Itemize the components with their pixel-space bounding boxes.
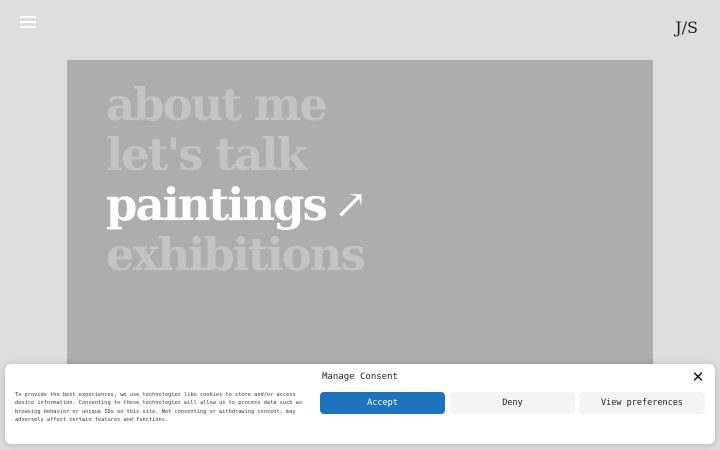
page: J/S about me let's talk paintings ↗ exhib… xyxy=(0,0,720,450)
menu-item-lets-talk[interactable]: let's talk xyxy=(106,130,365,180)
hero-menu: about me let's talk paintings ↗ exhibitio… xyxy=(106,80,367,281)
consent-title: Manage Consent xyxy=(322,372,398,382)
menu-item-label: about me xyxy=(106,78,328,131)
consent-description: To provide the best experiences, we use … xyxy=(15,392,303,423)
menu-item-label: let's talk xyxy=(106,128,308,181)
hamburger-line xyxy=(20,26,36,28)
menu-item-paintings[interactable]: paintings ↗ xyxy=(106,178,367,231)
cookie-consent-banner: Manage Consent ✕ To provide the best exp… xyxy=(5,364,715,444)
hamburger-line xyxy=(20,21,36,23)
menu-item-about-me[interactable]: about me xyxy=(106,80,365,130)
hamburger-line xyxy=(20,16,36,18)
view-preferences-button[interactable]: View preferences xyxy=(579,392,705,414)
hamburger-menu-icon[interactable] xyxy=(20,14,36,28)
close-icon[interactable]: ✕ xyxy=(691,369,705,385)
menu-item-label: exhibitions xyxy=(106,228,366,281)
deny-button[interactable]: Deny xyxy=(450,392,575,414)
accept-button[interactable]: Accept xyxy=(320,392,445,414)
arrow-up-right-icon: ↗ xyxy=(333,182,367,228)
menu-item-exhibitions[interactable]: exhibitions xyxy=(106,228,366,281)
site-logo[interactable]: J/S xyxy=(675,18,698,37)
menu-item-label: paintings xyxy=(106,178,328,231)
